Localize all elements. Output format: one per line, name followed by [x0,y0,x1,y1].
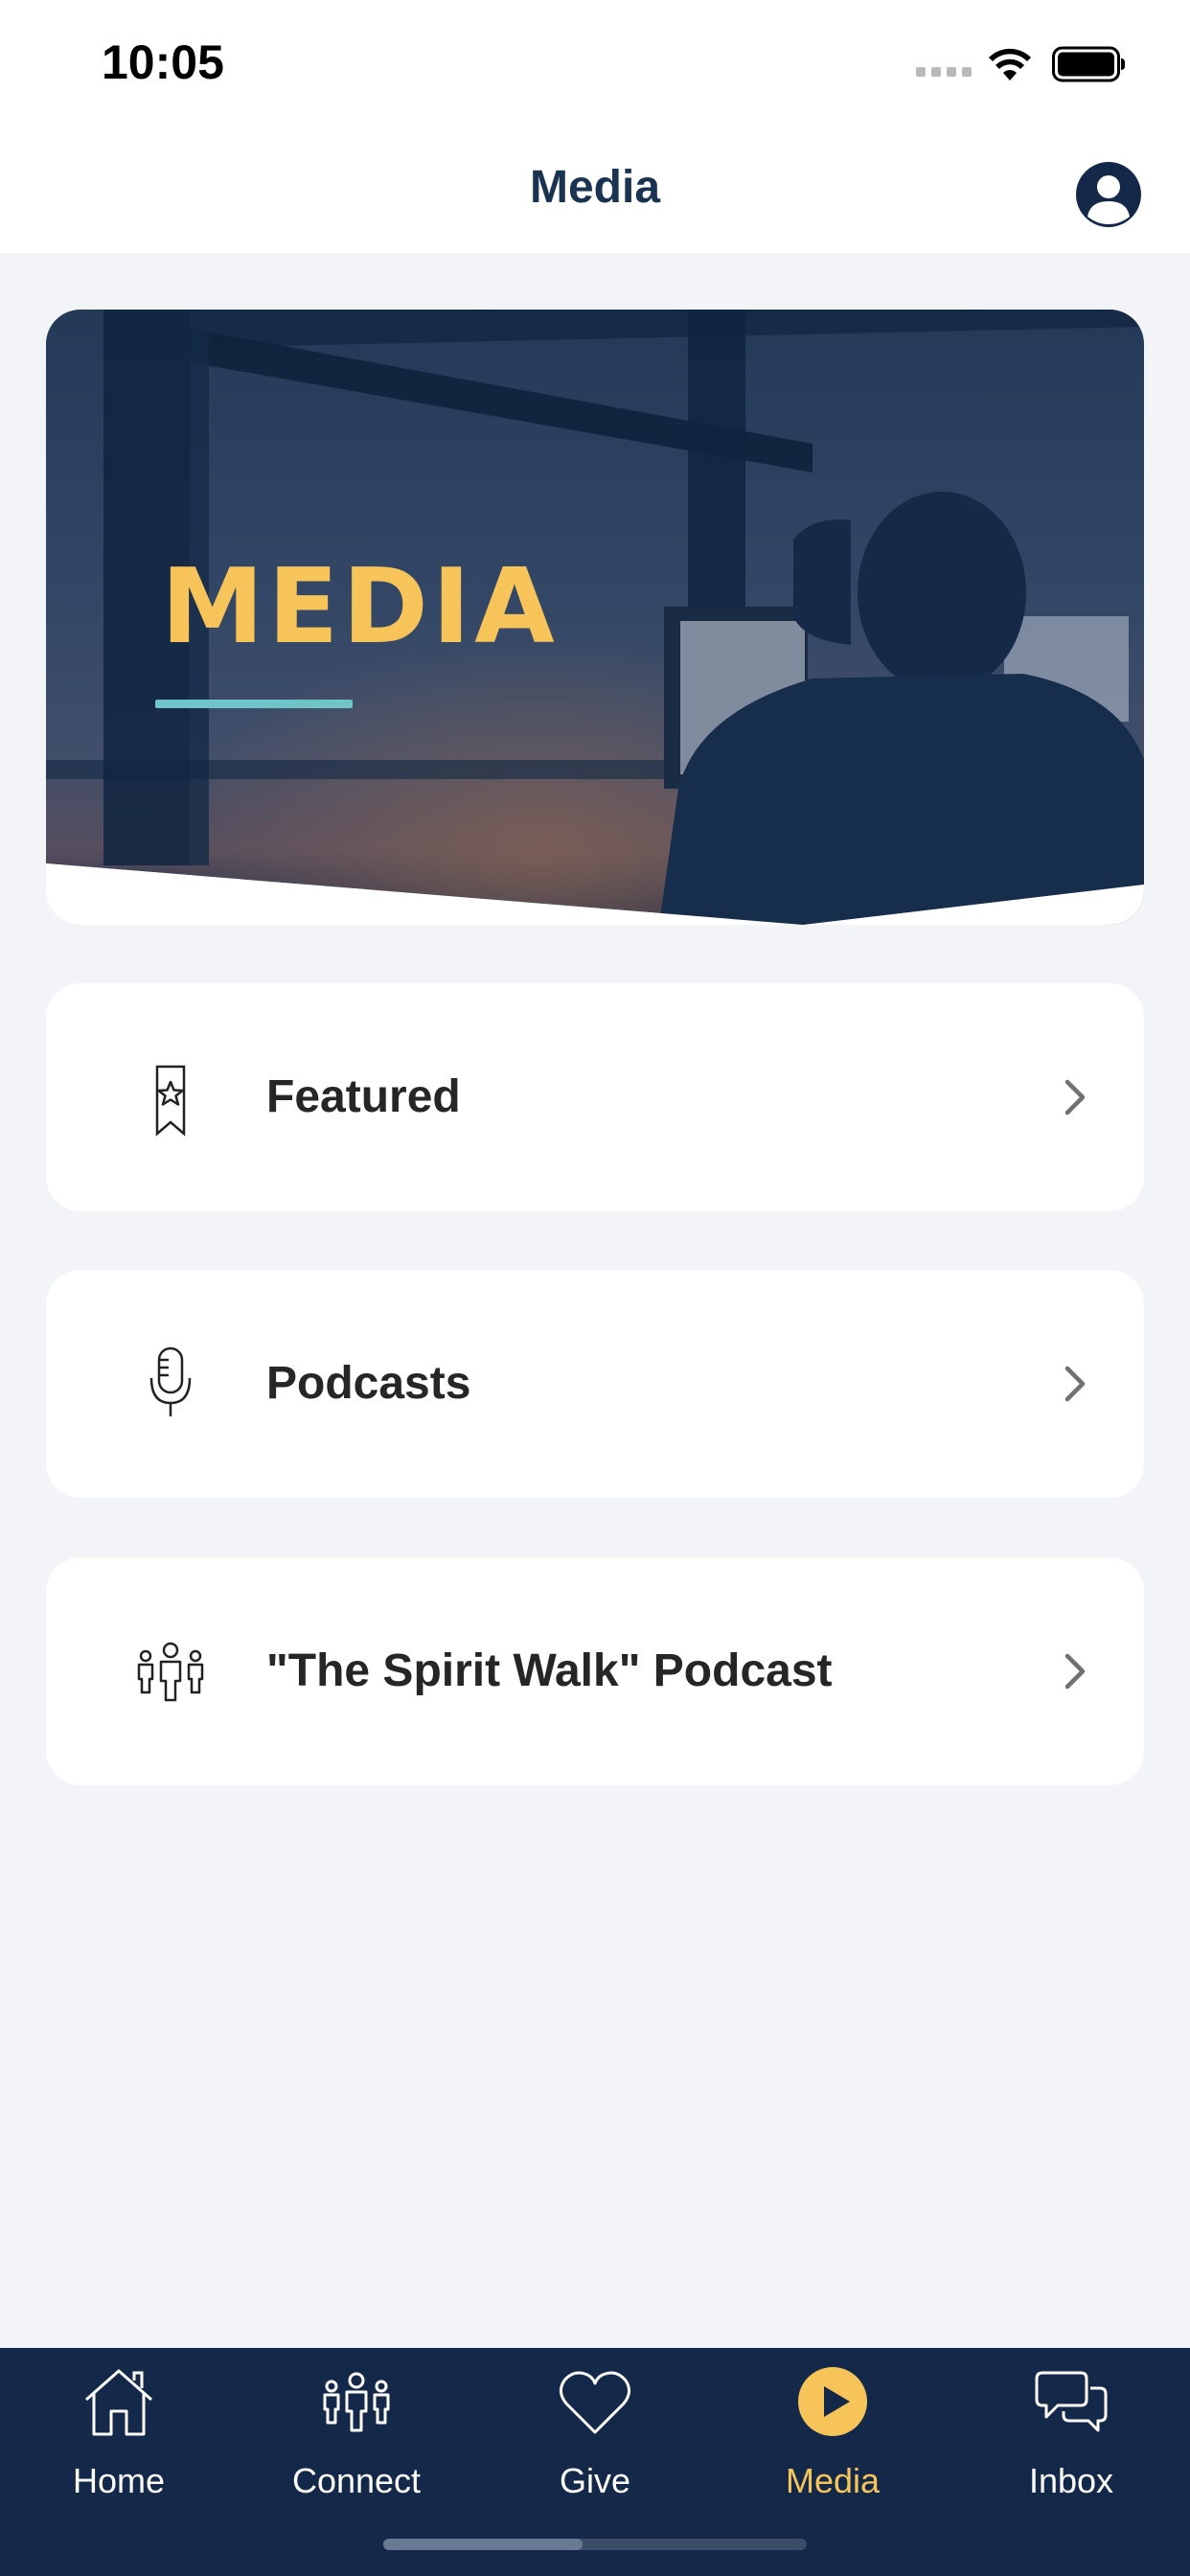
podcasts-card[interactable]: Podcasts [46,1270,1144,1498]
home-indicator [383,2539,807,2550]
profile-avatar-icon[interactable] [1075,161,1142,228]
play-icon [798,2367,867,2436]
tab-give-label: Give [559,2461,631,2500]
featured-label: Featured [266,1071,461,1122]
status-time: 10:05 [102,35,224,89]
navigation-header: Media [0,134,1190,253]
media-hero-banner: MEDIA [46,310,1144,925]
hero-underline [155,700,353,708]
status-bar: 10:05 [0,0,1190,134]
tab-home-label: Home [72,2461,166,2500]
featured-card[interactable]: Featured [46,983,1144,1211]
podcasts-label: Podcasts [266,1358,471,1409]
spirit-walk-podcast-label: "The Spirit Walk" Podcast [266,1645,833,1696]
chevron-right-icon [1064,1366,1086,1402]
heart-icon [560,2371,630,2434]
bookmark-star-icon [155,1065,186,1137]
tab-connect-label: Connect [291,2461,422,2500]
people-icon [323,2372,390,2432]
microphone-icon [149,1346,192,1416]
chat-bubbles-icon [1035,2371,1108,2432]
wifi-icon [989,48,1031,80]
home-icon [85,2369,152,2436]
chevron-right-icon [1064,1653,1086,1690]
battery-icon [1052,46,1125,82]
tab-home[interactable]: Home [0,2348,238,2540]
chevron-right-icon [1064,1079,1086,1116]
tab-give[interactable]: Give [476,2348,714,2540]
tab-connect[interactable]: Connect [238,2348,475,2540]
page-title: Media [529,162,661,213]
people-group-icon [137,1642,204,1702]
tab-inbox-label: Inbox [1028,2461,1114,2500]
tab-media[interactable]: Media [714,2348,951,2540]
tab-inbox[interactable]: Inbox [952,2348,1190,2540]
tab-media-label: Media [785,2461,881,2500]
cellular-signal-icon [916,67,972,77]
hero-title: MEDIA [161,547,559,667]
spirit-walk-podcast-card[interactable]: "The Spirit Walk" Podcast [46,1557,1144,1785]
